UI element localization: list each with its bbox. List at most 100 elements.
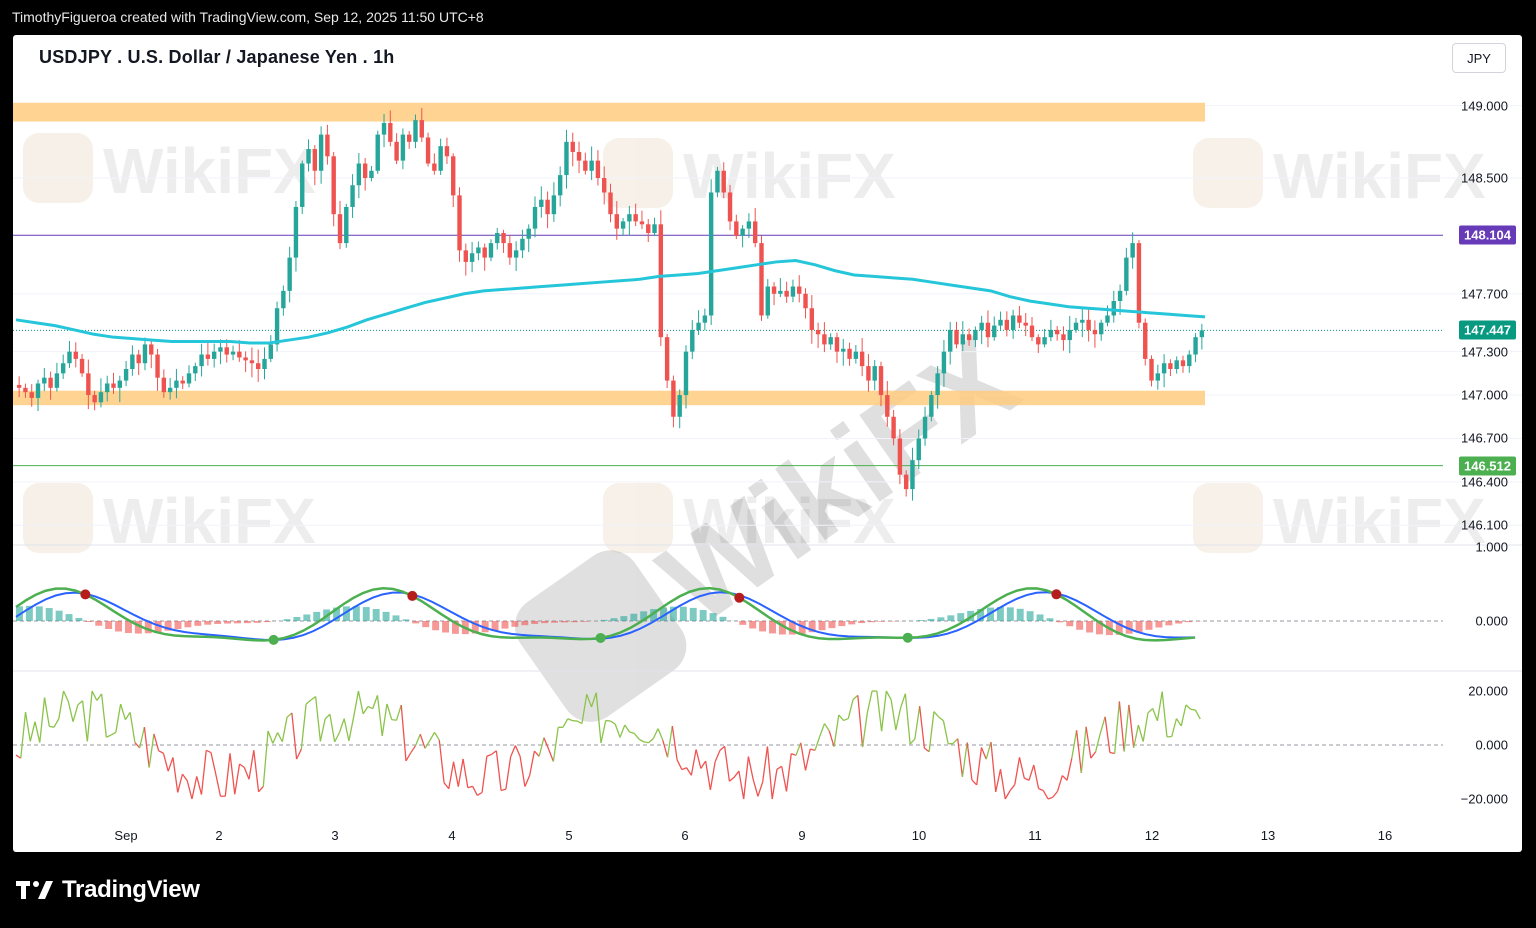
momentum-segment	[548, 749, 555, 762]
momentum-segment	[106, 734, 112, 738]
momentum-segment	[643, 741, 649, 744]
momentum-segment	[785, 753, 792, 792]
momentum-segment	[1033, 764, 1040, 789]
price-tag: 147.447	[1459, 320, 1516, 340]
macd-histogram-bar	[560, 621, 568, 623]
candle-body	[841, 348, 846, 352]
momentum-segment	[58, 690, 65, 719]
candle-body	[495, 232, 500, 244]
chart-panel[interactable]: WikiFX WikiFX WikiFX WikiFX WikiFX WikiFX Wiki…	[13, 35, 1522, 852]
candle-body	[394, 141, 399, 161]
candle-body	[1067, 329, 1072, 341]
macd-histogram-bar	[610, 618, 618, 621]
time-axis-label: 12	[1144, 828, 1160, 843]
candle-body	[954, 329, 959, 345]
macd-histogram-bar	[214, 621, 222, 624]
candle-body	[1017, 315, 1022, 323]
momentum-segment	[491, 750, 497, 755]
momentum-segment	[857, 695, 864, 748]
candle-body	[1061, 334, 1066, 341]
momentum-segment	[952, 738, 959, 744]
macd-histogram-bar	[1036, 614, 1044, 621]
macd-cross-dot	[407, 590, 418, 601]
candle-body	[117, 380, 123, 388]
macd-histogram-bar	[739, 621, 747, 625]
candle-body	[432, 163, 437, 171]
momentum-segment	[334, 732, 340, 743]
momentum-segment	[153, 733, 160, 751]
currency-button[interactable]: JPY	[1452, 43, 1506, 73]
momentum-segment	[338, 718, 345, 733]
macd-cross-dot	[734, 592, 745, 603]
candle-body	[545, 199, 550, 215]
momentum-segment	[110, 731, 117, 736]
candle-body	[903, 474, 909, 490]
macd-histogram-bar	[1016, 608, 1024, 621]
momentum-segment	[1009, 784, 1016, 792]
candle-body	[1048, 329, 1054, 338]
momentum-segment	[533, 750, 540, 757]
macd-histogram-bar	[818, 621, 826, 631]
momentum-segment	[310, 696, 317, 701]
candle-body	[230, 351, 236, 355]
candle-body	[746, 221, 752, 229]
momentum-segment	[980, 747, 987, 760]
macd-histogram-bar	[1006, 607, 1014, 621]
momentum-segment	[928, 711, 935, 752]
momentum-segment	[1109, 751, 1115, 755]
momentum-segment	[448, 761, 455, 789]
momentum-segment	[652, 728, 659, 739]
candle-body	[337, 214, 343, 244]
macd-histogram-bar	[689, 607, 697, 621]
candle-body	[1199, 330, 1205, 338]
chart-canvas[interactable]: WikiFX WikiFX WikiFXWikiFX WikiFX WikiFXWiki…	[13, 35, 1522, 852]
svg-text:WikiFX: WikiFX	[103, 485, 316, 557]
candle-body	[356, 163, 362, 186]
macd-histogram-bar	[194, 621, 202, 626]
macd-histogram-bar	[917, 620, 925, 621]
candle-body	[105, 383, 110, 393]
candle-body	[671, 380, 676, 417]
momentum-segment	[610, 720, 616, 725]
macd-cross-dot	[268, 634, 279, 645]
momentum-segment	[771, 769, 778, 800]
momentum-segment	[400, 704, 407, 761]
candle-body	[300, 163, 305, 207]
momentum-segment	[72, 704, 79, 722]
candle-body	[595, 160, 601, 178]
candle-body	[362, 163, 368, 178]
momentum-segment	[67, 701, 74, 722]
momentum-segment	[600, 720, 607, 744]
candle-body	[803, 293, 808, 309]
momentum-segment	[181, 773, 188, 781]
momentum-segment	[686, 767, 692, 776]
momentum-segment	[900, 693, 906, 709]
candle-body	[111, 383, 116, 388]
candle-body	[948, 329, 953, 352]
momentum-segment	[1090, 751, 1097, 759]
candle-body	[174, 380, 179, 388]
momentum-axis-label: −20.000	[1460, 791, 1508, 807]
candle-body	[1124, 257, 1129, 291]
candle-body	[532, 206, 538, 229]
momentum-segment	[24, 712, 31, 742]
candle-body	[1004, 319, 1010, 330]
price-zone	[13, 102, 1205, 122]
momentum-segment	[995, 769, 1002, 793]
macd-histogram-bar	[1135, 621, 1143, 632]
momentum-segment	[895, 707, 902, 731]
momentum-segment	[1014, 757, 1021, 785]
wikifx-watermark: WikiFX	[1193, 483, 1486, 557]
svg-text:WikiFX: WikiFX	[637, 311, 1041, 650]
momentum-segment	[39, 697, 46, 743]
wikifx-watermark: WikiFX	[603, 138, 896, 212]
candle-body	[633, 214, 638, 222]
momentum-segment	[486, 753, 492, 757]
candle-body	[262, 358, 267, 370]
candle-body	[960, 334, 965, 345]
momentum-segment	[933, 711, 940, 718]
momentum-segment	[543, 737, 550, 750]
momentum-segment	[529, 750, 536, 776]
svg-text:WikiFX: WikiFX	[683, 140, 896, 212]
macd-axis-label: 0.000	[1475, 613, 1508, 629]
